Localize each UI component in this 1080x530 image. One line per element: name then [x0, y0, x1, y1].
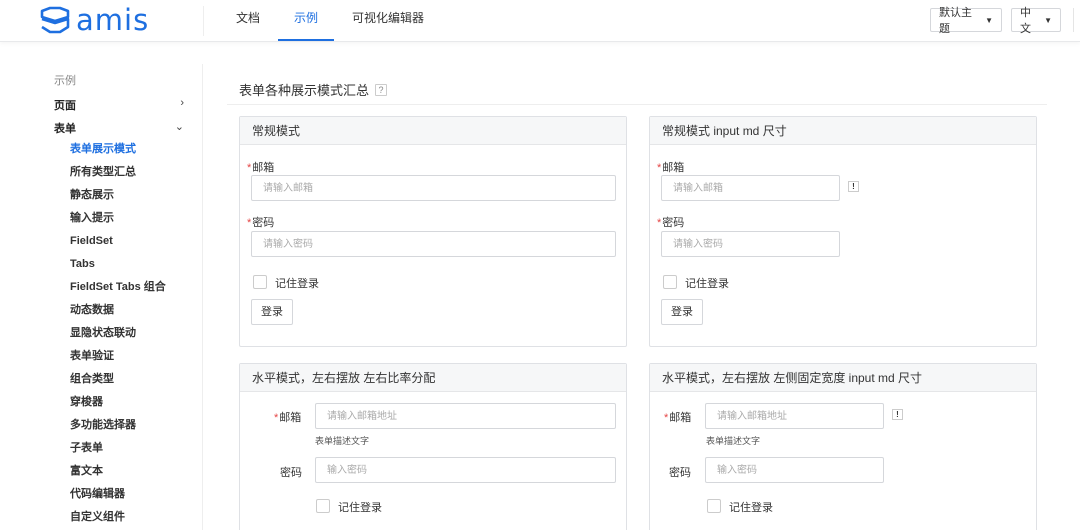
sidebar-group-page[interactable]: 页面 › — [54, 97, 184, 113]
chevron-down-icon: ▼ — [1044, 15, 1052, 25]
nav-docs[interactable]: 文档 — [236, 0, 260, 42]
email-input[interactable] — [315, 403, 616, 429]
page-title: 表单各种展示模式汇总 ? — [239, 80, 388, 99]
login-button[interactable]: 登录 — [251, 299, 293, 325]
sidebar-item-fieldset-tabs[interactable]: FieldSet Tabs 组合 — [70, 281, 166, 304]
email-label: *邮箱 — [274, 409, 301, 425]
sidebar-title: 示例 — [54, 75, 76, 87]
panel-horizontal-ratio: 水平模式，左右摆放 左右比率分配 *邮箱 表单描述文字 密码 记住登录 — [239, 363, 627, 530]
sidebar-form-list: 表单展示模式 所有类型汇总 静态展示 输入提示 FieldSet Tabs Fi… — [70, 143, 166, 530]
panel-title: 常规模式 — [240, 117, 626, 145]
sidebar-item-validation[interactable]: 表单验证 — [70, 350, 166, 373]
sidebar-item-all-types[interactable]: 所有类型汇总 — [70, 166, 166, 189]
sidebar-item-custom-component[interactable]: 自定义组件 — [70, 511, 166, 530]
email-input[interactable] — [251, 175, 616, 201]
logo-text: amis — [76, 3, 150, 37]
nav-visual-editor[interactable]: 可视化编辑器 — [352, 0, 424, 42]
panel-title: 水平模式，左右摆放 左侧固定宽度 input md 尺寸 — [650, 364, 1036, 392]
amis-logo[interactable]: amis — [38, 3, 150, 37]
password-label: 密码 — [669, 464, 691, 480]
password-label-text: 密码 — [669, 467, 691, 479]
required-mark: * — [247, 217, 252, 229]
warning-icon[interactable]: ! — [848, 181, 859, 192]
password-label-text: 密码 — [252, 217, 275, 229]
required-mark: * — [274, 412, 279, 424]
email-label: *邮箱 — [664, 409, 691, 425]
remember-label: 记住登录 — [729, 502, 773, 514]
sidebar-group-label: 页面 — [54, 100, 76, 112]
password-label-text: 密码 — [662, 217, 685, 229]
sidebar-item-input-hint[interactable]: 输入提示 — [70, 212, 166, 235]
email-label: *邮箱 — [657, 159, 684, 175]
required-mark: * — [657, 162, 662, 174]
sidebar-item-static[interactable]: 静态展示 — [70, 189, 166, 212]
panel-normal-mode: 常规模式 *邮箱 *密码 记住登录 登录 — [239, 116, 627, 347]
remember-checkbox[interactable] — [663, 275, 677, 289]
sidebar-item-form-display-mode[interactable]: 表单展示模式 — [70, 143, 166, 166]
email-label-text: 邮箱 — [279, 412, 302, 424]
language-select[interactable]: 中文 ▼ — [1011, 7, 1061, 35]
remember-label: 记住登录 — [685, 278, 729, 290]
password-input[interactable] — [705, 457, 884, 483]
password-label: *密码 — [247, 214, 274, 230]
top-header: amis 文档 示例 可视化编辑器 默认主题 ▼ 中文 ▼ — [0, 0, 1080, 42]
header-right-divider — [1073, 8, 1074, 32]
nav-examples[interactable]: 示例 — [278, 0, 335, 42]
sidebar-item-dynamic-data[interactable]: 动态数据 — [70, 304, 166, 327]
email-label: *邮箱 — [247, 159, 274, 175]
sidebar-item-subform[interactable]: 子表单 — [70, 442, 166, 465]
sidebar-item-rich-text[interactable]: 富文本 — [70, 465, 166, 488]
email-input[interactable] — [705, 403, 884, 429]
remember-label: 记住登录 — [338, 502, 382, 514]
remember-checkbox[interactable] — [253, 275, 267, 289]
email-description: 表单描述文字 — [706, 436, 761, 446]
password-input[interactable] — [661, 231, 840, 257]
sidebar-item-fieldset[interactable]: FieldSet — [70, 235, 166, 258]
login-button[interactable]: 登录 — [661, 299, 703, 325]
sidebar-item-transfer[interactable]: 穿梭器 — [70, 396, 166, 419]
page-title-text: 表单各种展示模式汇总 — [239, 83, 370, 98]
password-input[interactable] — [315, 457, 616, 483]
warning-icon[interactable]: ! — [892, 409, 903, 420]
remember-label: 记住登录 — [275, 278, 319, 290]
sidebar-divider — [202, 64, 203, 530]
required-mark: * — [664, 412, 669, 424]
remember-checkbox[interactable] — [707, 499, 721, 513]
sidebar-item-tabs[interactable]: Tabs — [70, 258, 166, 281]
password-input[interactable] — [251, 231, 616, 257]
sidebar-item-combo[interactable]: 组合类型 — [70, 373, 166, 396]
email-input[interactable] — [661, 175, 840, 201]
password-label: *密码 — [657, 214, 684, 230]
chevron-down-icon: ▼ — [985, 15, 993, 25]
panel-normal-mode-md: 常规模式 input md 尺寸 *邮箱 ! *密码 记住登录 登录 — [649, 116, 1037, 347]
panel-title: 水平模式，左右摆放 左右比率分配 — [240, 364, 626, 392]
email-label-text: 邮箱 — [669, 412, 692, 424]
sidebar-group-label: 表单 — [54, 123, 76, 135]
top-nav: 文档 示例 可视化编辑器 — [236, 0, 458, 42]
header-divider — [203, 6, 204, 36]
sidebar-item-code-editor[interactable]: 代码编辑器 — [70, 488, 166, 511]
sidebar-item-visibility-linkage[interactable]: 显隐状态联动 — [70, 327, 166, 350]
email-description: 表单描述文字 — [315, 436, 370, 446]
panel-horizontal-fixed: 水平模式，左右摆放 左侧固定宽度 input md 尺寸 *邮箱 ! 表单描述文… — [649, 363, 1037, 530]
remember-checkbox[interactable] — [316, 499, 330, 513]
required-mark: * — [247, 162, 252, 174]
email-label-text: 邮箱 — [252, 162, 275, 174]
language-select-value: 中文 — [1020, 7, 1031, 35]
title-divider — [227, 104, 1047, 105]
sidebar-item-picker[interactable]: 多功能选择器 — [70, 419, 166, 442]
email-label-text: 邮箱 — [662, 162, 685, 174]
theme-select[interactable]: 默认主题 ▼ — [930, 7, 1002, 35]
theme-select-value: 默认主题 — [939, 7, 972, 35]
required-mark: * — [657, 217, 662, 229]
password-label-text: 密码 — [280, 467, 302, 479]
chevron-right-icon: › — [180, 97, 184, 109]
chevron-down-icon: ⌄ — [174, 121, 184, 133]
password-label: 密码 — [280, 464, 302, 480]
panel-title: 常规模式 input md 尺寸 — [650, 117, 1036, 145]
help-icon[interactable]: ? — [375, 83, 388, 96]
sidebar-group-form[interactable]: 表单 ⌄ — [54, 120, 184, 136]
amis-logo-icon — [40, 6, 70, 34]
